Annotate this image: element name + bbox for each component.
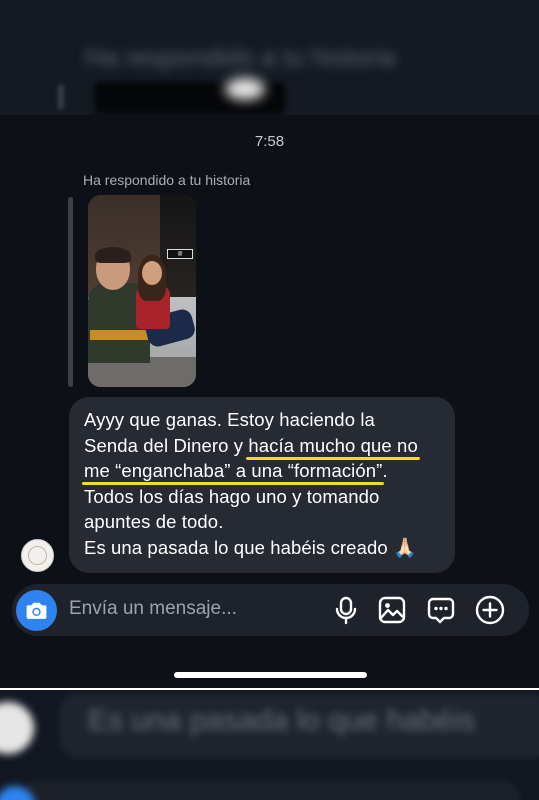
message-line: Ayyy que ganas. Estoy haciendo la bbox=[84, 409, 375, 430]
message-line: Senda del Dinero y hacía mucho que no bbox=[84, 434, 418, 456]
home-indicator[interactable] bbox=[174, 672, 367, 678]
highlighted-text: me “enganchaba” a una “formación” bbox=[84, 460, 383, 481]
gallery-button[interactable] bbox=[376, 594, 408, 626]
plus-icon bbox=[475, 595, 505, 625]
blurred-message-text: Es una pasada lo que habéis bbox=[88, 704, 475, 737]
story-reply-label: Ha respondido a tu historia bbox=[83, 172, 251, 188]
camera-icon bbox=[26, 602, 47, 619]
blurred-composer bbox=[20, 780, 520, 800]
blurred-highlight bbox=[225, 78, 265, 100]
microphone-button[interactable] bbox=[330, 594, 362, 626]
blurred-previous-content: Ha respondido a tu historia bbox=[0, 0, 539, 115]
message-line: Todos los días hago uno y tomando bbox=[84, 485, 380, 507]
pray-emoji: 🙏🏻 bbox=[393, 537, 417, 559]
microphone-icon bbox=[335, 596, 357, 625]
message-line: me “enganchaba” a una “formación”. bbox=[84, 460, 388, 481]
add-button[interactable] bbox=[474, 594, 506, 626]
message-timestamp: 7:58 bbox=[254, 133, 285, 150]
blurred-reply-bar bbox=[58, 85, 64, 109]
highlighted-text: hacía mucho que no bbox=[248, 434, 418, 456]
message-line: apuntes de todo. bbox=[84, 511, 224, 532]
image-icon bbox=[378, 596, 406, 624]
camera-button[interactable] bbox=[16, 590, 57, 631]
blurred-next-content: Es una pasada lo que habéis bbox=[0, 690, 539, 800]
story-mention-tag: @ bbox=[167, 249, 193, 259]
story-thumbnail[interactable]: @ bbox=[88, 195, 196, 387]
sticker-button[interactable] bbox=[425, 594, 457, 626]
message-bubble-icon bbox=[427, 597, 455, 624]
blurred-avatar bbox=[0, 702, 34, 754]
blurred-story-label: Ha respondido a tu historia bbox=[85, 42, 396, 72]
message-line: Es una pasada lo que habéis creado 🙏🏻 bbox=[84, 536, 417, 559]
sender-avatar[interactable] bbox=[21, 539, 54, 572]
message-input[interactable]: Envía un mensaje... bbox=[69, 598, 237, 620]
message-text: Ayyy que ganas. Estoy haciendo la Senda … bbox=[84, 407, 454, 561]
story-reply-indicator bbox=[68, 197, 73, 387]
avatar-logo bbox=[28, 546, 47, 565]
